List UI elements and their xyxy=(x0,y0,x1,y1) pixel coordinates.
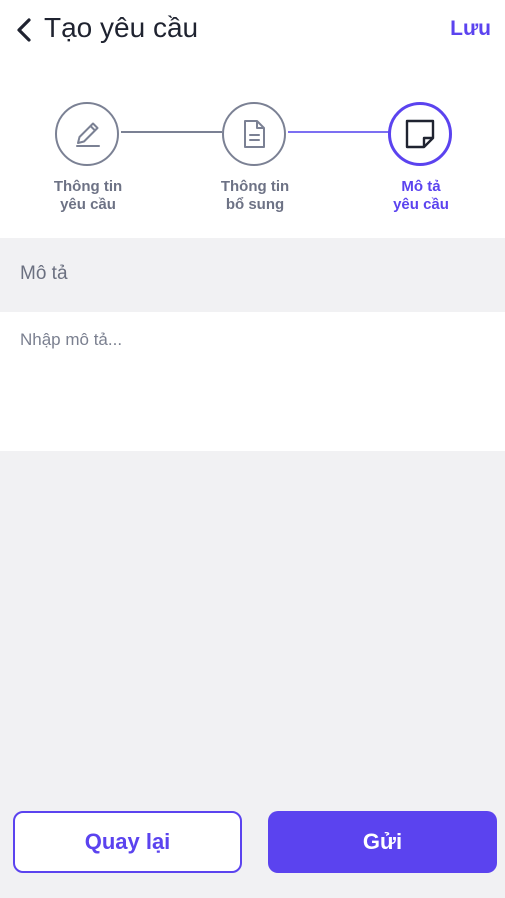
step-connector-2 xyxy=(288,131,389,133)
description-container xyxy=(0,312,505,451)
step-1-circle[interactable] xyxy=(55,102,119,166)
step-1-label-line1: Thông tin xyxy=(53,178,123,195)
page-title: Tạo yêu cầu xyxy=(44,12,199,43)
pencil-icon xyxy=(76,122,100,147)
step-2-label: Thông tin bổ sung xyxy=(200,178,310,214)
progress-stepper: Thông tin yêu cầu Thông tin bổ sung Mô t… xyxy=(0,60,505,238)
document-icon xyxy=(244,120,265,148)
step-1-label-line2: yêu cầu xyxy=(60,196,116,213)
description-label: Mô tả xyxy=(20,263,68,284)
save-button[interactable]: Lưu xyxy=(450,17,491,41)
step-3-label-line1: Mô tả xyxy=(401,178,441,195)
step-2-label-line2: bổ sung xyxy=(225,196,285,213)
description-input[interactable] xyxy=(0,312,505,451)
back-chevron-icon[interactable] xyxy=(14,16,36,44)
step-3-label-line2: yêu cầu xyxy=(393,196,449,213)
description-section-header: Mô tả xyxy=(0,238,505,312)
back-button[interactable]: Quay lại xyxy=(13,811,242,873)
step-2-circle[interactable] xyxy=(222,102,286,166)
top-bar: Tạo yêu cầu Lưu xyxy=(0,0,505,60)
step-connector-1 xyxy=(121,131,222,133)
step-1-label: Thông tin yêu cầu xyxy=(33,178,143,214)
send-button[interactable]: Gửi xyxy=(268,811,497,873)
step-3-label: Mô tả yêu cầu xyxy=(366,178,476,214)
step-2-label-line1: Thông tin xyxy=(220,178,290,195)
note-icon xyxy=(405,119,435,149)
step-3-circle[interactable] xyxy=(388,102,452,166)
